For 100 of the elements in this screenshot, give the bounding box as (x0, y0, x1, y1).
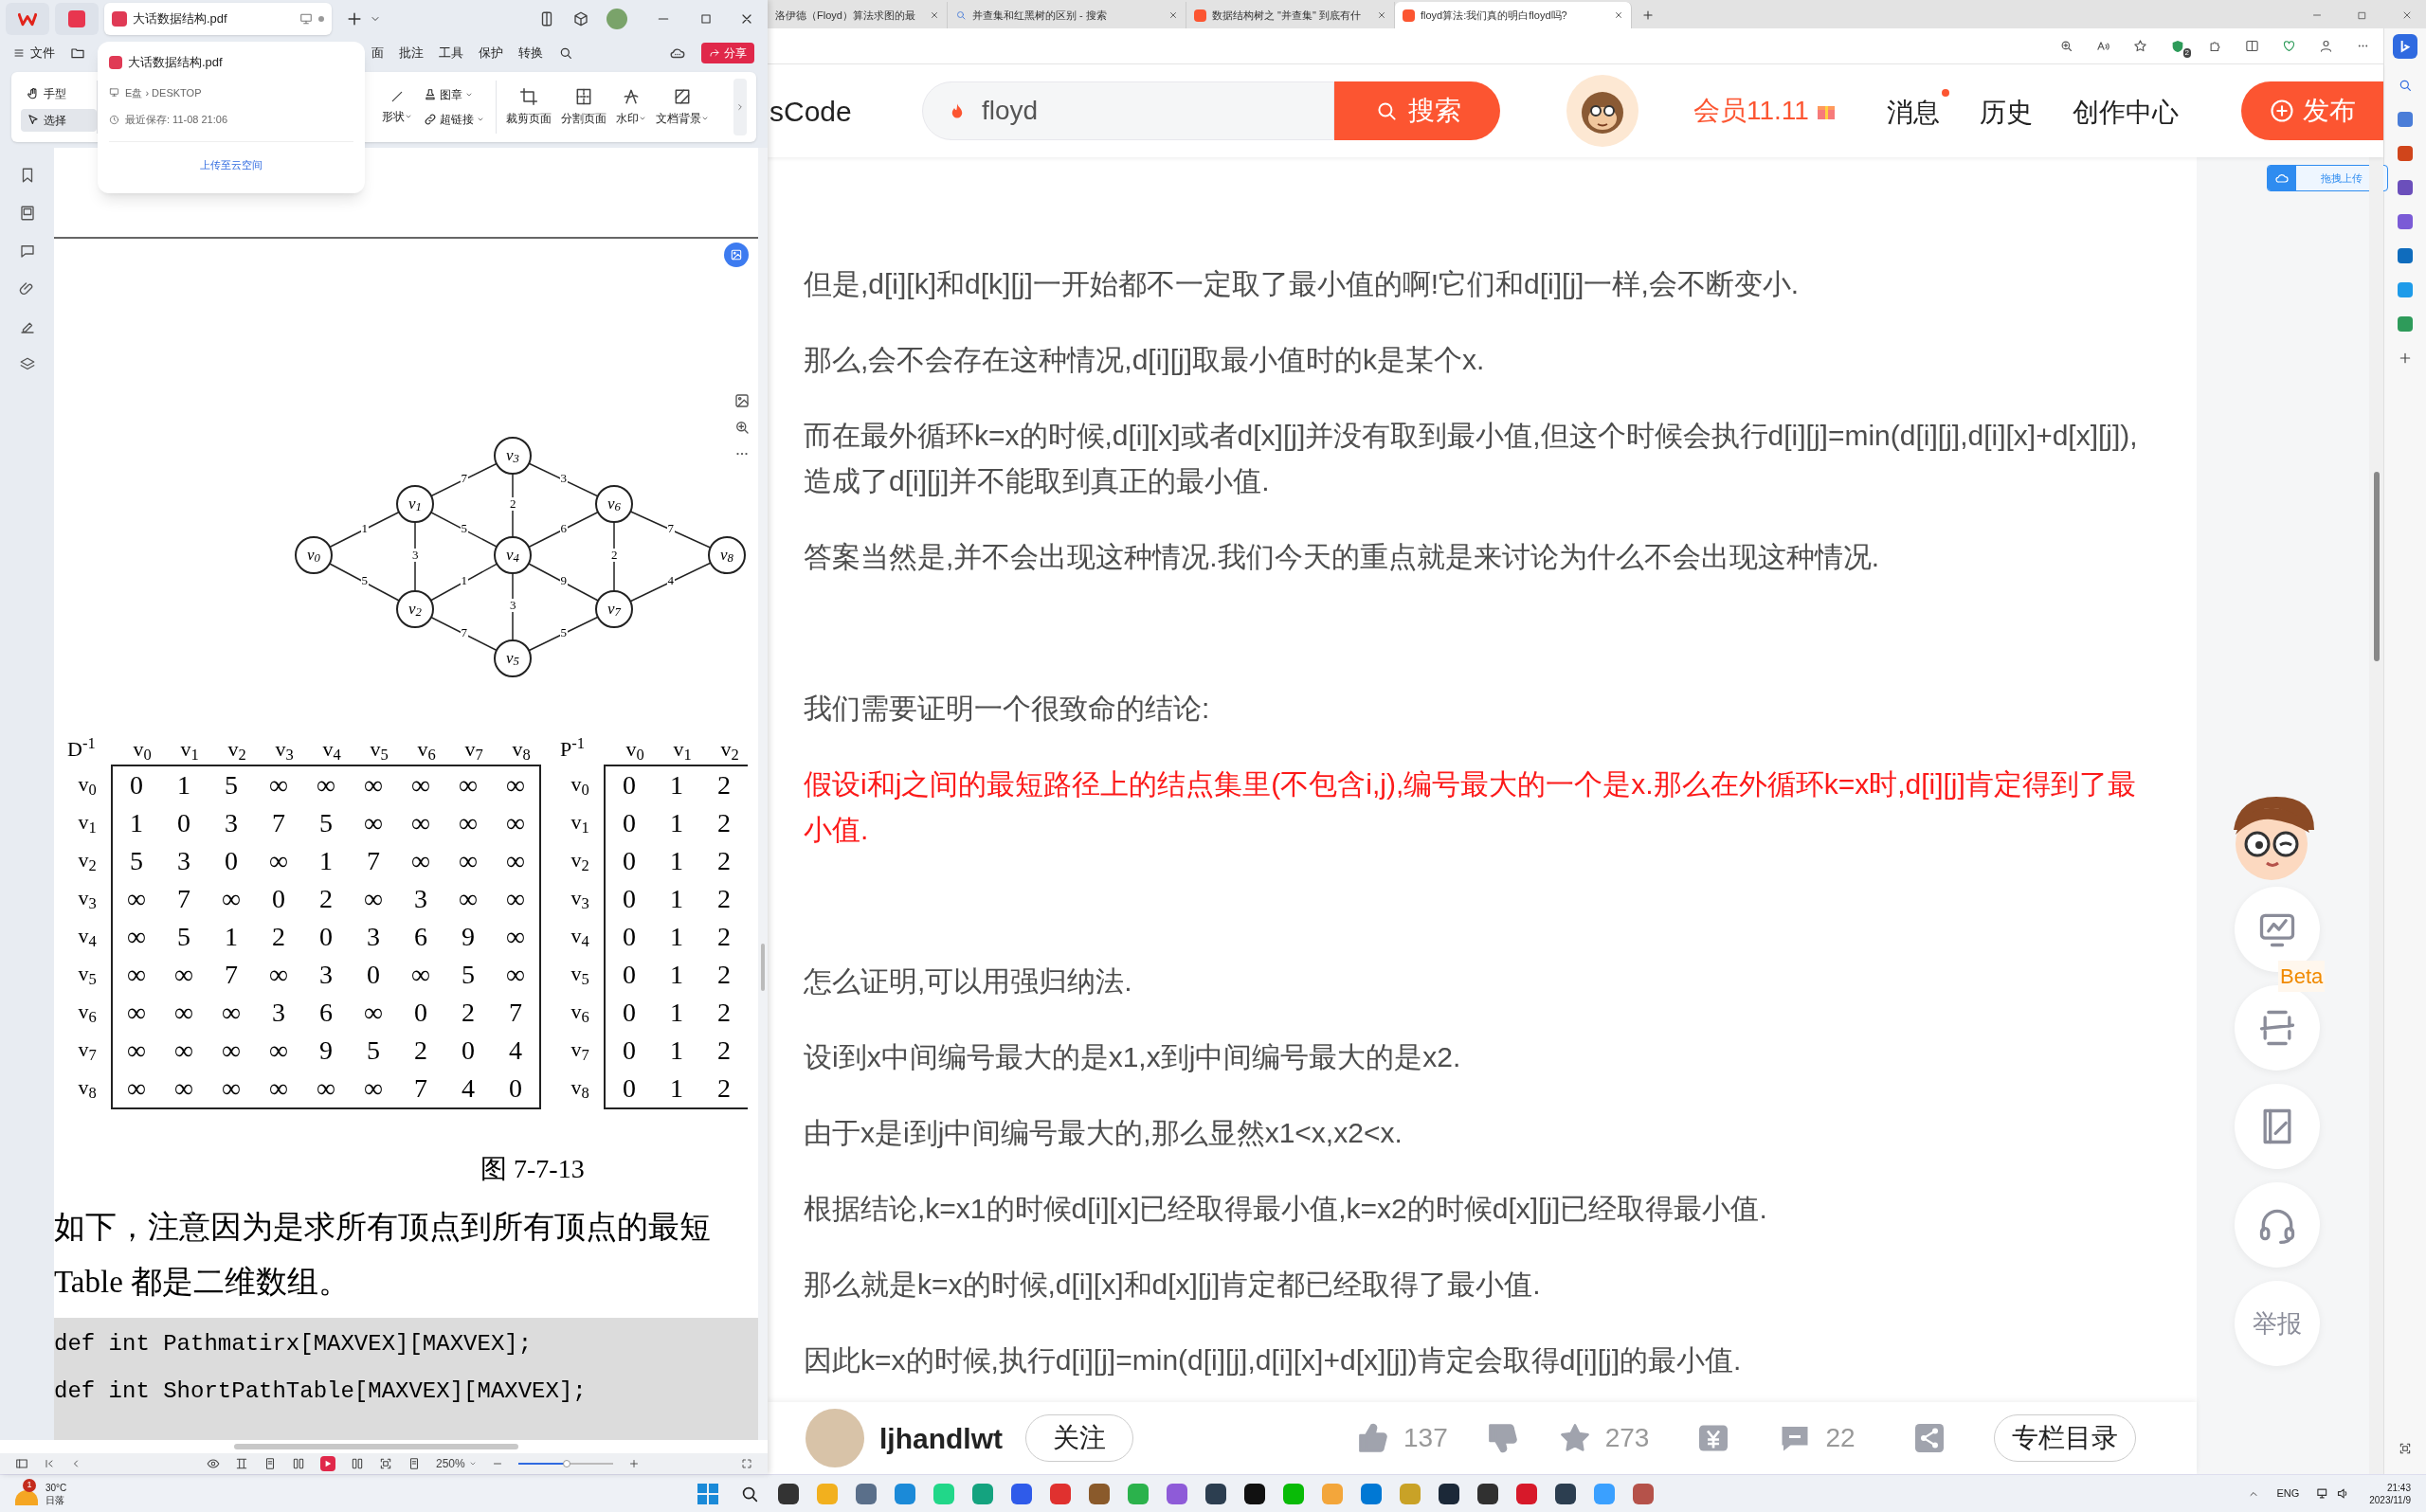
user-avatar[interactable] (606, 9, 627, 29)
matrix-cell-text: ∞ (222, 883, 241, 916)
app-icon[interactable] (778, 1483, 799, 1504)
app-icon[interactable] (1244, 1483, 1265, 1504)
app-icon[interactable] (1205, 1483, 1226, 1504)
horizontal-scrollbar[interactable] (234, 1444, 518, 1449)
menu-item[interactable]: 保护 (479, 44, 503, 63)
search-icon[interactable] (558, 45, 573, 61)
site-logo-text[interactable]: sCode (768, 89, 922, 133)
input-language[interactable]: ENG (2276, 1485, 2300, 1502)
split-page-icon (574, 87, 593, 106)
monitor-icon[interactable] (299, 12, 313, 26)
page-tool-button[interactable]: 裁剪页面 (506, 87, 552, 127)
browser-tab[interactable]: floyd算法:我们真的明白floyd吗? (1395, 2, 1632, 28)
matrix-cell-text: ∞ (506, 883, 525, 916)
fit-width-icon[interactable] (235, 1457, 248, 1470)
new-tab-icon[interactable] (1641, 9, 1655, 22)
row-label: v$_{8}$ (78, 1073, 97, 1103)
paragraph: 答案当然是,并不会出现这种情况.我们今天的重点就是来讨论为什么不会出现这种情况. (804, 540, 1880, 574)
matrix-label: P$^{-1}$ (559, 733, 586, 764)
share-button[interactable]: 分享 (701, 43, 754, 63)
nav-link[interactable]: 历史 (1979, 89, 2042, 133)
single-page-icon[interactable] (263, 1457, 277, 1470)
matrix-cell-text: ∞ (127, 921, 146, 954)
restore-icon[interactable] (2357, 10, 2367, 21)
hyperlink-tool[interactable]: 超链接 (424, 111, 484, 128)
shape-tool[interactable]: 形状 (382, 108, 412, 125)
menu-item[interactable]: 工具 (439, 44, 463, 63)
line-icon[interactable] (389, 89, 405, 104)
app-icon[interactable] (1555, 1483, 1576, 1504)
weather-sun-icon[interactable] (15, 1489, 38, 1505)
menu-item[interactable]: 面 (371, 44, 384, 63)
shield-extension-icon[interactable] (2170, 38, 2185, 54)
page-scrollbar-thumb[interactable] (2373, 472, 2380, 661)
stamp-tool[interactable]: 图章 (424, 86, 484, 103)
zoom-slider[interactable] (517, 1459, 613, 1468)
author-name[interactable]: ljhandlwt (879, 1416, 1003, 1460)
first-page-icon[interactable] (44, 1458, 55, 1469)
maximize-icon[interactable] (699, 12, 713, 26)
comment-icon[interactable] (18, 243, 36, 260)
code-line: def int ShortPathTable[MAXVEX][MAXVEX]; (54, 1377, 588, 1407)
upload-link[interactable]: 上传至云空间 (200, 156, 263, 172)
follow-button[interactable]: 关注 (1025, 1414, 1133, 1462)
zoom-icon[interactable] (2059, 39, 2073, 53)
float-button[interactable] (724, 243, 749, 267)
matrix-cell-text: 7 (177, 883, 190, 916)
close-icon[interactable] (2401, 9, 2413, 21)
menu-item[interactable]: 批注 (399, 44, 424, 63)
clock-time[interactable]: 21:43 (2386, 1481, 2411, 1494)
document-tab[interactable]: 大话数据结构.pdf (104, 3, 332, 35)
page-tool-button[interactable]: 文档背景 (656, 87, 709, 127)
matrix-cell-text: 0 (225, 845, 238, 878)
fullscreen-icon[interactable] (741, 1458, 752, 1469)
app-icon[interactable] (1439, 1483, 1459, 1504)
zoom-dropdown[interactable]: 250% (436, 1455, 477, 1472)
favorite-icon[interactable] (2133, 39, 2147, 53)
windows-start-icon[interactable] (697, 1483, 718, 1504)
graph-node: v$_{5}$ (494, 639, 532, 677)
cube-icon[interactable] (572, 10, 589, 27)
thumbnail-icon[interactable] (18, 205, 36, 222)
sidebar-toggle-icon[interactable] (15, 1457, 28, 1470)
app-icon[interactable] (1477, 1483, 1498, 1504)
matrix-cell-text: 0 (623, 883, 636, 916)
matrix-cell-text: ∞ (269, 769, 288, 802)
pdf-app-logo[interactable] (55, 3, 99, 35)
image-icon[interactable] (733, 392, 751, 409)
read-aloud-icon[interactable] (2096, 39, 2110, 53)
add-icon[interactable] (2398, 351, 2413, 366)
eye-icon[interactable] (207, 1457, 220, 1470)
file-menu[interactable]: 文件 (13, 44, 55, 63)
play-button[interactable] (320, 1456, 335, 1471)
zoom-in-icon[interactable] (627, 1458, 640, 1469)
two-page-icon[interactable] (292, 1457, 305, 1470)
page-tool-button[interactable]: 水印 (616, 87, 646, 127)
temperature: 30°C (45, 1481, 67, 1494)
copilot-icon[interactable] (2393, 34, 2417, 59)
screenshot-icon[interactable] (2399, 1442, 2412, 1455)
nav-link[interactable]: 消息 (1886, 89, 1949, 133)
folder-icon[interactable] (70, 45, 85, 61)
clock-date[interactable]: 2023/11/9 (2369, 1493, 2411, 1506)
fit-page-icon[interactable] (351, 1457, 364, 1470)
scrollbar-thumb[interactable] (761, 944, 765, 991)
tool-button[interactable]: 手型 (21, 82, 97, 105)
profile-icon[interactable] (2319, 39, 2333, 53)
menu-item[interactable]: 转换 (518, 44, 543, 63)
matrix-cell-text: 5 (367, 1035, 380, 1068)
zoom-in-icon[interactable] (733, 419, 751, 436)
search-field[interactable]: floyd (922, 81, 1334, 140)
page-tool-button[interactable]: 分割页面 (561, 87, 606, 127)
site-favicon (1403, 9, 1415, 22)
paragraph: 假设i和j之间的最短路径上的结点集里(不包含i,j),编号最大的一个是x.那么在外循环k=x时,d[i][j]肯定得到了最小值. (804, 767, 2137, 847)
matrix-cell-text: 3 (177, 845, 190, 878)
extensions-icon[interactable] (2208, 39, 2222, 53)
row-label: v$_{1}$ (78, 808, 97, 837)
focus-icon[interactable] (379, 1457, 392, 1470)
tool-button[interactable]: 选择 (21, 109, 97, 132)
split-screen-icon[interactable] (2245, 39, 2259, 53)
nav-link[interactable]: 创作中心 (2072, 89, 2188, 133)
health-icon[interactable] (2282, 39, 2296, 53)
wps-logo[interactable] (6, 3, 49, 35)
